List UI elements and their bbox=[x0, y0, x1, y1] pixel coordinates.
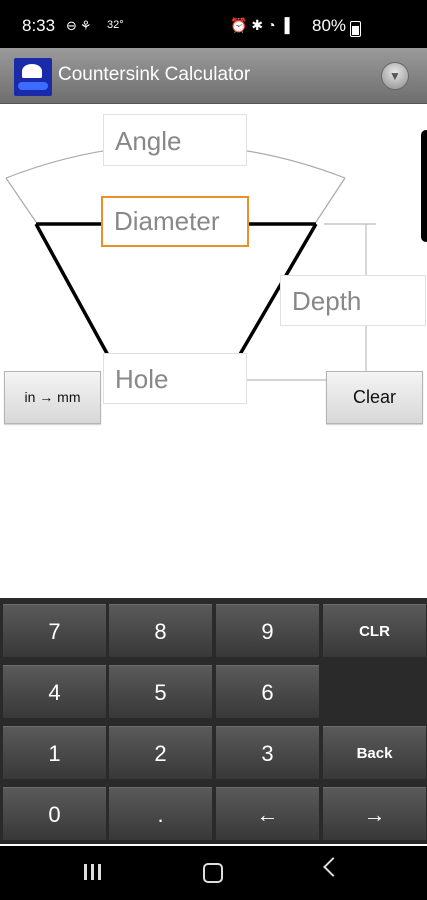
key-right-arrow[interactable]: → bbox=[323, 787, 426, 840]
key-6[interactable]: 6 bbox=[216, 665, 319, 718]
system-icons: ⏰✱◔▐ bbox=[230, 17, 294, 33]
unit-convert-button[interactable]: in → mm bbox=[4, 371, 101, 424]
status-temperature: 32° bbox=[107, 19, 124, 31]
app-title: Countersink Calculator bbox=[58, 64, 251, 85]
angle-arc-left-tick bbox=[5, 177, 37, 223]
key-back[interactable]: Back bbox=[323, 726, 426, 779]
angle-arc-right-tick bbox=[315, 177, 346, 223]
key-blank bbox=[323, 665, 426, 718]
key-4[interactable]: 4 bbox=[3, 665, 106, 718]
key-5[interactable]: 5 bbox=[109, 665, 212, 718]
hole-input[interactable]: Hole bbox=[103, 353, 247, 404]
battery-icon bbox=[350, 21, 361, 37]
key-7[interactable]: 7 bbox=[3, 604, 106, 657]
overflow-menu-chevron-icon[interactable]: ▼ bbox=[381, 62, 409, 90]
key-0[interactable]: 0 bbox=[3, 787, 106, 840]
battery-percent: 80% bbox=[312, 16, 347, 35]
key-left-arrow[interactable]: ← bbox=[216, 787, 319, 840]
home-icon[interactable] bbox=[203, 863, 223, 883]
depth-input[interactable]: Depth bbox=[280, 275, 426, 326]
status-bar: 8:33 ⊖⚘ 32° ⏰✱◔▐ 80% bbox=[0, 0, 427, 48]
key-3[interactable]: 3 bbox=[216, 726, 319, 779]
app-logo-icon bbox=[14, 58, 52, 96]
recent-apps-icon[interactable] bbox=[84, 864, 102, 880]
status-time: 8:33 bbox=[22, 16, 56, 35]
key-9[interactable]: 9 bbox=[216, 604, 319, 657]
diameter-input[interactable]: Diameter bbox=[101, 196, 249, 247]
angle-input[interactable]: Angle bbox=[103, 114, 247, 166]
key-1[interactable]: 1 bbox=[3, 726, 106, 779]
key-clr[interactable]: CLR bbox=[323, 604, 426, 657]
key-2[interactable]: 2 bbox=[109, 726, 212, 779]
numeric-keypad: 7 8 9 CLR 4 5 6 1 2 3 Back 0 . ← → bbox=[0, 598, 427, 844]
clear-button[interactable]: Clear bbox=[326, 371, 423, 424]
key-8[interactable]: 8 bbox=[109, 604, 212, 657]
notification-icons: ⊖⚘ bbox=[66, 18, 95, 33]
key-decimal[interactable]: . bbox=[109, 787, 212, 840]
